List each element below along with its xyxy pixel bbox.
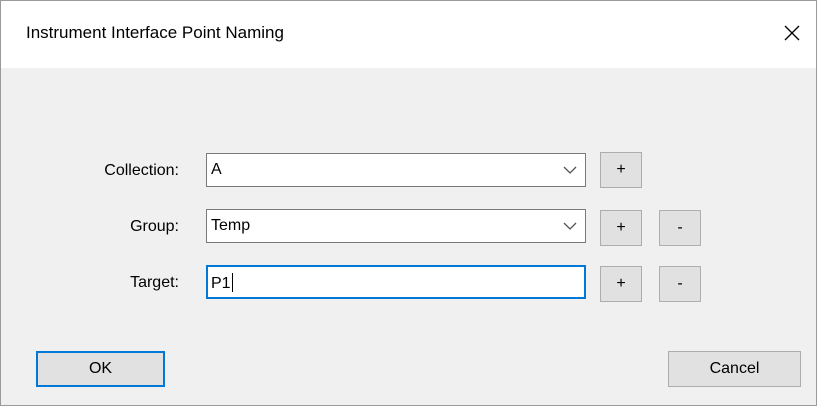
dialog-title: Instrument Interface Point Naming: [26, 23, 284, 42]
collection-value: A: [211, 161, 222, 178]
add-target-button[interactable]: +: [600, 266, 642, 302]
target-value: P1: [211, 275, 231, 292]
group-label: Group:: [130, 218, 179, 235]
collection-label: Collection:: [104, 162, 179, 179]
add-collection-button[interactable]: +: [600, 152, 642, 188]
remove-target-button[interactable]: -: [659, 266, 701, 302]
close-icon: [784, 25, 800, 41]
collection-combobox[interactable]: A: [206, 153, 586, 187]
group-value: Temp: [211, 217, 251, 234]
text-caret: [231, 273, 233, 292]
remove-group-button[interactable]: -: [659, 210, 701, 246]
cancel-button[interactable]: Cancel: [668, 351, 801, 387]
target-label: Target:: [130, 274, 179, 291]
title-bar[interactable]: Instrument Interface Point Naming: [1, 1, 816, 68]
add-group-button[interactable]: +: [600, 210, 642, 246]
chevron-down-icon[interactable]: [563, 165, 577, 175]
target-input[interactable]: P1: [206, 265, 586, 299]
ok-button[interactable]: OK: [36, 351, 165, 387]
close-button[interactable]: [772, 13, 812, 53]
chevron-down-icon[interactable]: [563, 221, 577, 231]
group-combobox[interactable]: Temp: [206, 209, 586, 243]
dialog-window: Instrument Interface Point Naming Collec…: [0, 0, 817, 406]
